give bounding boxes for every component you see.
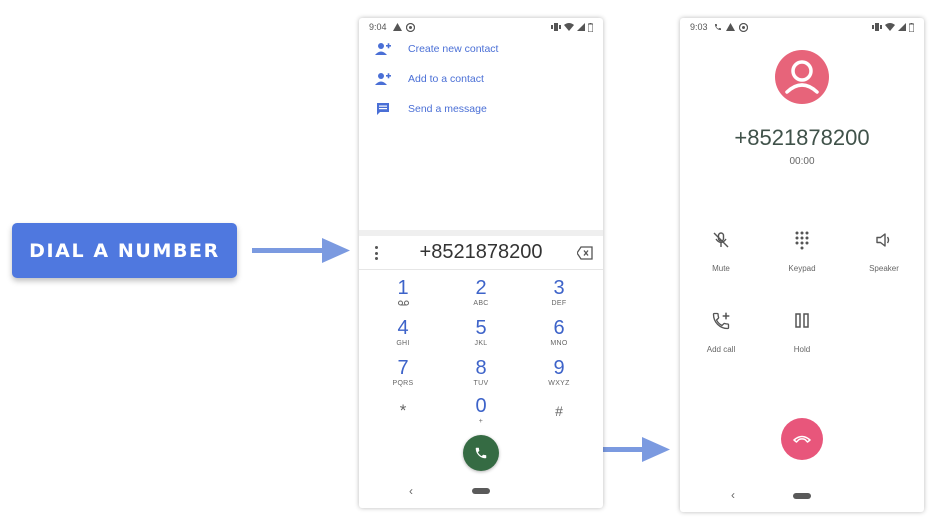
key-letters: + (478, 418, 484, 425)
add-call-label: Add call (706, 345, 736, 354)
add-call-button[interactable]: Add call (691, 311, 751, 354)
key-digit: 5 (475, 317, 487, 339)
key-letters: TUV (473, 380, 489, 387)
dial-key-star[interactable]: * (373, 400, 433, 422)
create-new-contact-label: Create new contact (408, 43, 499, 55)
nav-back-button[interactable]: ‹ (409, 484, 413, 498)
warning-icon (725, 23, 735, 31)
arrow-right-icon (252, 238, 350, 263)
keypad-label: Keypad (788, 264, 816, 273)
speaker-button[interactable]: Speaker (854, 230, 914, 273)
key-digit: 9 (553, 357, 565, 379)
call-timer: 00:00 (789, 156, 815, 167)
mute-label: Mute (712, 264, 730, 273)
speaker-icon (876, 233, 890, 247)
key-digit: 4 (397, 317, 409, 339)
battery-icon (909, 22, 914, 32)
dial-key-3[interactable]: 3 DEF (529, 277, 589, 308)
send-message-label: Send a message (408, 103, 487, 115)
in-call-screen: 9:03 +8521878200 00:00 Mute Keypad Speak… (680, 18, 924, 512)
key-digit: 0 (475, 395, 487, 417)
end-call-button[interactable] (781, 418, 823, 460)
voicemail-icon (397, 300, 409, 306)
message-icon (375, 101, 391, 117)
dial-key-8[interactable]: 8 TUV (451, 357, 511, 388)
signal-icon (898, 23, 906, 31)
mic-off-icon (713, 232, 729, 248)
dial-key-hash[interactable]: # (529, 400, 589, 422)
dial-key-5[interactable]: 5 JKL (451, 317, 511, 348)
dialpad-icon (795, 231, 809, 250)
add-call-icon (712, 312, 730, 330)
hold-button[interactable]: Hold (772, 311, 832, 354)
mute-button[interactable]: Mute (691, 230, 751, 273)
status-time: 9:04 (369, 22, 387, 32)
dialed-number: +8521878200 (419, 241, 543, 263)
caller-number: +8521878200 (734, 125, 870, 150)
phone-icon (475, 447, 487, 459)
dial-key-6[interactable]: 6 MNO (529, 317, 589, 348)
nav-home-button[interactable] (472, 488, 490, 494)
number-bar: +8521878200 (359, 236, 603, 270)
key-letters: DEF (551, 300, 567, 307)
call-button[interactable] (463, 435, 499, 471)
key-letters: JKL (474, 340, 488, 347)
wifi-icon (885, 23, 895, 31)
status-time: 9:03 (690, 22, 708, 32)
dial-key-7[interactable]: 7 PQRS (373, 357, 433, 388)
key-digit: 8 (475, 357, 487, 379)
key-digit: * (399, 401, 407, 420)
dialer-screen: 9:04 Create new contact Add to a contact… (359, 18, 603, 508)
speaker-label: Speaker (869, 264, 899, 273)
create-new-contact-item[interactable]: Create new contact (375, 39, 498, 59)
pause-icon (795, 313, 809, 328)
status-bar: 9:04 (359, 18, 603, 36)
call-status-icon (714, 24, 721, 30)
signal-icon (577, 23, 585, 31)
send-message-item[interactable]: Send a message (375, 99, 487, 119)
dial-key-0[interactable]: 0 + (451, 395, 511, 426)
battery-icon (588, 22, 593, 32)
hold-label: Hold (793, 345, 811, 354)
key-digit: 1 (397, 277, 409, 299)
key-letters: PQRS (392, 380, 414, 387)
add-person-icon (375, 71, 391, 87)
vibrate-icon (551, 23, 561, 31)
keypad-button[interactable]: Keypad (772, 230, 832, 273)
key-letters: GHI (396, 340, 410, 347)
key-digit: 6 (553, 317, 565, 339)
dial-key-2[interactable]: 2 ABC (451, 277, 511, 308)
dial-key-9[interactable]: 9 WXYZ (529, 357, 589, 388)
dial-key-4[interactable]: 4 GHI (373, 317, 433, 348)
nav-home-button[interactable] (793, 493, 811, 499)
key-digit: # (555, 403, 563, 419)
dial-a-number-label: DIAL A NUMBER (12, 223, 237, 278)
key-letters: MNO (550, 340, 568, 347)
backspace-icon[interactable] (577, 246, 593, 260)
notification-icon (405, 22, 415, 32)
add-to-contact-label: Add to a contact (408, 73, 484, 85)
key-letters: WXYZ (548, 380, 570, 387)
vibrate-icon (872, 23, 882, 31)
add-person-icon (375, 41, 391, 57)
notification-icon (738, 22, 748, 32)
status-bar: 9:03 (680, 18, 924, 36)
key-letters: ABC (473, 300, 489, 307)
wifi-icon (564, 23, 574, 31)
person-icon (785, 60, 819, 94)
contact-avatar (775, 50, 829, 104)
nav-back-button[interactable]: ‹ (731, 488, 735, 502)
add-to-contact-item[interactable]: Add to a contact (375, 69, 484, 89)
key-digit: 2 (475, 277, 487, 299)
dial-key-1[interactable]: 1 (373, 277, 433, 306)
warning-icon (392, 23, 402, 31)
key-digit: 7 (397, 357, 409, 379)
end-call-icon (793, 435, 811, 443)
key-digit: 3 (553, 277, 565, 299)
